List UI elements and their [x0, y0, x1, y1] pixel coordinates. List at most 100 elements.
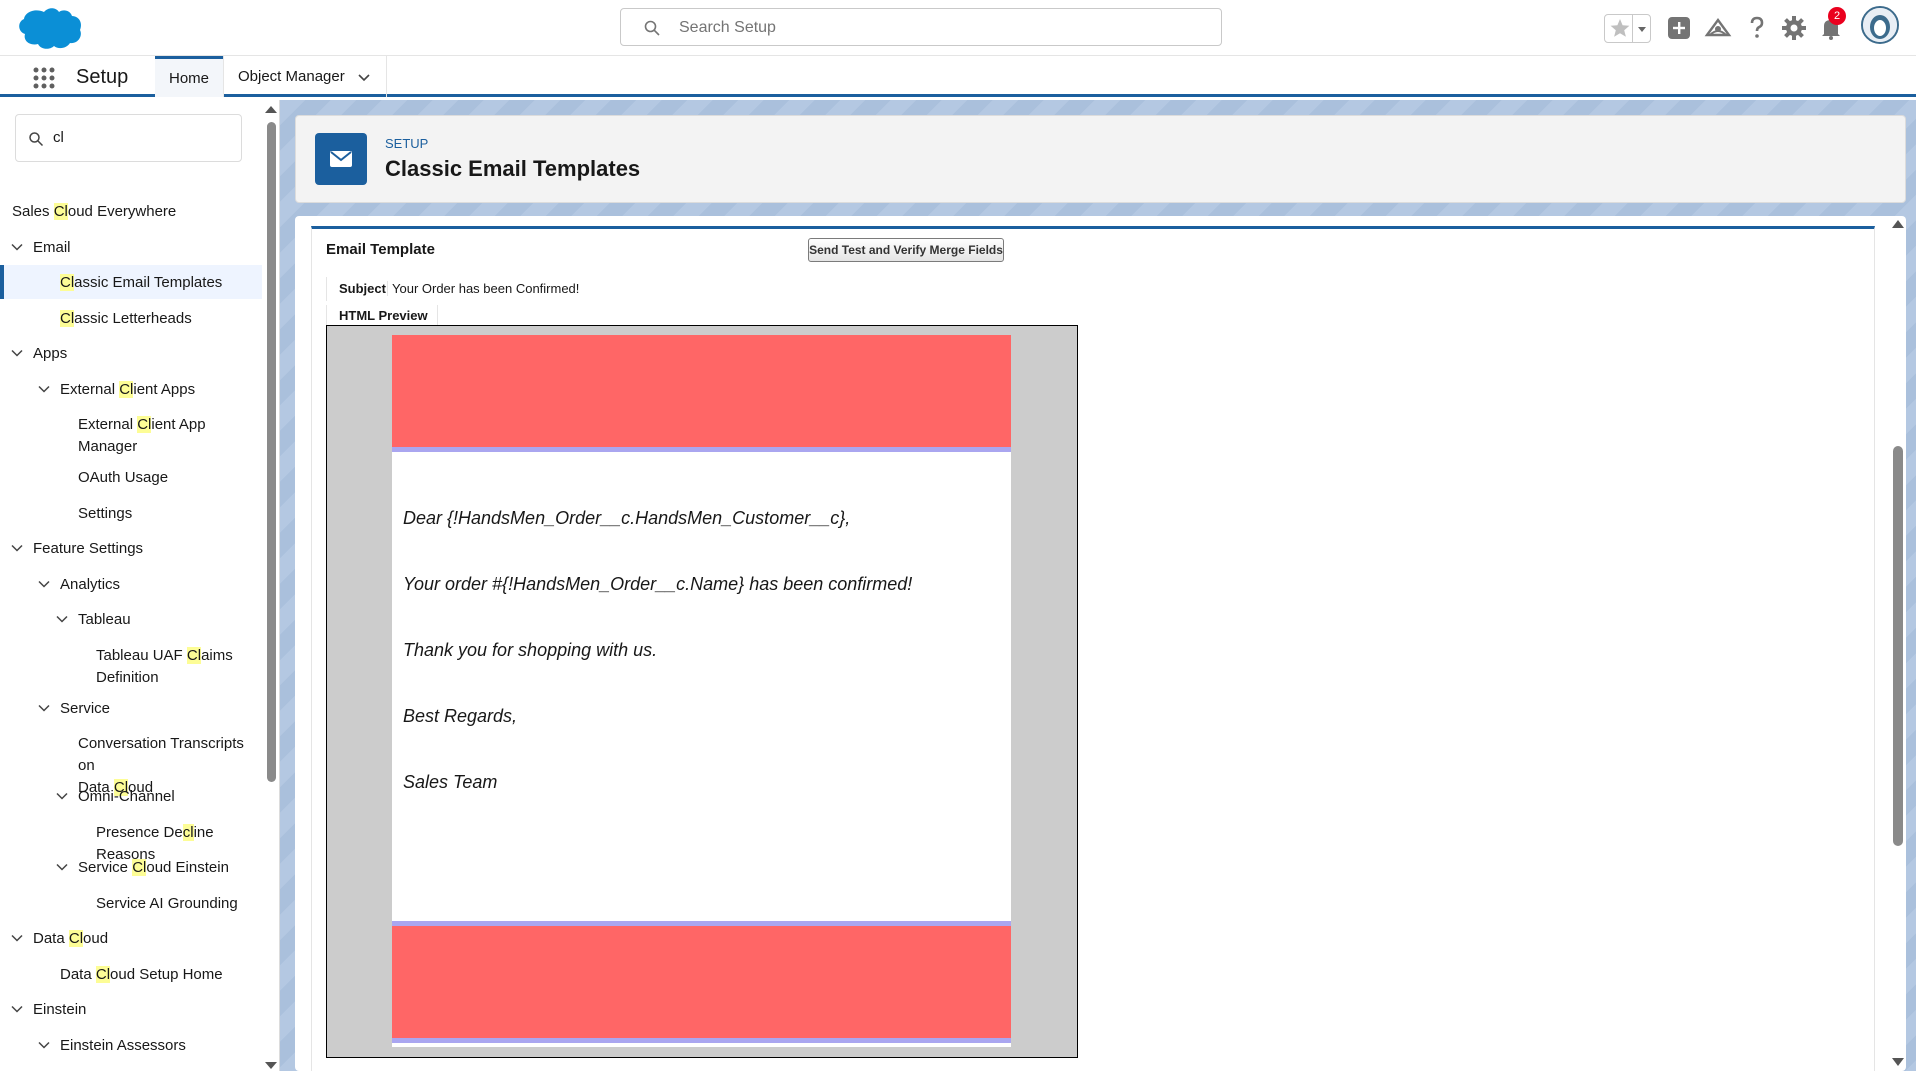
chevron-down-icon[interactable]	[10, 1002, 24, 1016]
search-setup-input[interactable]: Search Setup	[620, 8, 1222, 46]
search-match-highlight: Cl	[95, 965, 111, 983]
sidebar-item[interactable]: Classic Letterheads	[0, 301, 262, 335]
sidebar-item-label: Apps	[33, 345, 68, 362]
search-icon	[29, 132, 44, 147]
sidebar-item[interactable]: Conversation Transcripts on Data Cloud	[0, 726, 262, 796]
content-scroll-up-icon[interactable]	[1892, 220, 1904, 228]
app-launcher-icon[interactable]	[32, 66, 56, 90]
tab-home[interactable]: Home	[155, 56, 223, 97]
send-test-button[interactable]: Send Test and Verify Merge Fields	[808, 238, 1004, 262]
sidebar-item[interactable]: Analytics	[0, 567, 262, 601]
setup-sidebar: cl Sales Cloud Everywhere Email Classic Em…	[0, 100, 280, 1071]
sidebar-item[interactable]: Service AI Grounding	[0, 886, 262, 920]
sidebar-item[interactable]: Feature Settings	[0, 531, 262, 565]
sidebar-item[interactable]: Email	[0, 230, 262, 264]
sidebar-item-label: External Client App Manager	[78, 416, 206, 455]
sidebar-item[interactable]: External Client App Manager	[0, 407, 262, 459]
sidebar-item-label: Data Cloud	[33, 930, 109, 947]
chevron-down-icon[interactable]	[10, 240, 24, 254]
help-icon[interactable]	[1743, 14, 1771, 42]
chevron-down-icon[interactable]	[10, 541, 24, 555]
sidebar-scroll-down-icon[interactable]	[265, 1062, 277, 1069]
sidebar-item-label: Email	[33, 238, 71, 256]
sidebar-item-label: Service	[60, 699, 111, 717]
sidebar-item[interactable]: Einstein	[0, 992, 262, 1026]
body-line: Sales Team	[403, 772, 498, 792]
chevron-down-icon[interactable]	[37, 577, 51, 591]
favorites-button[interactable]	[1604, 14, 1651, 43]
sidebar-item-label: Feature Settings	[33, 540, 144, 557]
subject-label: Subject	[339, 281, 386, 296]
sidebar-item[interactable]: Einstein Assessors	[0, 1028, 262, 1062]
sidebar-item-label: External Client Apps	[60, 380, 196, 398]
trailhead-icon[interactable]	[1704, 14, 1732, 42]
page-title: Classic Email Templates	[385, 156, 641, 181]
sidebar-item[interactable]: Data Cloud	[0, 921, 262, 955]
chevron-down-icon[interactable]	[37, 382, 51, 396]
sidebar-item[interactable]: Service	[0, 691, 262, 725]
sidebar-item[interactable]: Sales Cloud Everywhere	[0, 194, 262, 228]
body-line: Dear {!HandsMen_Order__c.HandsMen_Custom…	[403, 508, 851, 528]
page-eyebrow: SETUP	[385, 136, 429, 151]
sidebar-item[interactable]: Tableau UAF Claims Definition	[0, 638, 262, 690]
body-line: Your order #{!HandsMen_Order__c.Name} ha…	[403, 574, 913, 594]
main-content: SETUP Classic Email Templates Email Temp…	[280, 100, 1916, 1071]
email-template-heading: Email Template	[326, 241, 435, 258]
user-avatar[interactable]	[1861, 6, 1899, 44]
quick-find-input[interactable]: cl	[15, 114, 242, 162]
global-header: Search Setup 2	[0, 0, 1916, 56]
sidebar-item-label: OAuth Usage	[78, 469, 169, 486]
chevron-down-icon[interactable]	[356, 69, 372, 85]
favorites-star-icon[interactable]	[1609, 17, 1631, 39]
salesforce-cloud-logo[interactable]	[17, 6, 83, 50]
sidebar-item-label: Omni-Channel	[78, 788, 175, 805]
search-match-highlight: Cl	[186, 646, 202, 664]
chevron-down-icon[interactable]	[37, 1038, 51, 1052]
notification-count-badge: 2	[1828, 7, 1846, 25]
chevron-down-icon[interactable]	[10, 931, 24, 945]
chevron-down-icon[interactable]	[10, 346, 24, 360]
sidebar-item[interactable]: Classic Email Templates	[0, 265, 262, 299]
context-bar: Setup Home Object Manager	[0, 56, 1916, 97]
chevron-down-icon[interactable]	[55, 789, 69, 803]
tab-object-manager-label: Object Manager	[238, 68, 345, 85]
sidebar-scroll-up-icon[interactable]	[265, 106, 277, 113]
search-match-highlight: Cl	[60, 309, 75, 327]
chevron-down-icon[interactable]	[55, 860, 69, 874]
sidebar-item-label: Classic Email Templates	[60, 274, 223, 291]
sidebar-scroll-thumb[interactable]	[267, 122, 276, 782]
sidebar-item-label: Settings	[78, 504, 133, 522]
tab-html-preview-label: HTML Preview	[339, 308, 428, 323]
setup-gear-icon[interactable]	[1780, 14, 1808, 42]
search-match-highlight: Cl	[132, 859, 147, 876]
quick-find-value: cl	[53, 129, 64, 146]
sidebar-item[interactable]: Omni-Channel	[0, 779, 262, 813]
chevron-down-icon[interactable]	[37, 701, 51, 715]
sidebar-item-label: Service AI Grounding	[96, 894, 238, 912]
letterhead-header-band	[392, 335, 1011, 447]
favorites-divider	[1632, 15, 1633, 42]
sidebar-item-label: Tableau	[78, 611, 131, 628]
sidebar-item-label: Service Cloud Einstein	[78, 859, 229, 876]
sidebar-item[interactable]: Data Cloud Setup Home	[0, 957, 262, 991]
sidebar-item[interactable]: Tableau	[0, 602, 262, 636]
sidebar-item[interactable]: Service Cloud Einstein	[0, 850, 262, 884]
favorites-dropdown-icon[interactable]	[1636, 19, 1648, 37]
global-add-icon[interactable]	[1665, 14, 1693, 42]
body-line: Thank you for shopping with us.	[403, 640, 658, 660]
chevron-down-icon[interactable]	[55, 612, 69, 626]
sidebar-item[interactable]: Presence Decline Reasons	[0, 815, 262, 863]
sidebar-item[interactable]: Apps	[0, 336, 262, 370]
tab-object-manager[interactable]: Object Manager	[223, 56, 387, 97]
search-icon	[644, 20, 660, 36]
email-body: Dear {!HandsMen_Order__c.HandsMen_Custom…	[392, 335, 1011, 1047]
content-scroll-thumb[interactable]	[1893, 446, 1903, 846]
sidebar-item[interactable]: External Client Apps	[0, 372, 262, 406]
sidebar-item-label: Einstein Assessors	[60, 1036, 186, 1054]
tab-html-preview[interactable]: HTML Preview	[326, 305, 438, 325]
sidebar-item[interactable]: Settings	[0, 496, 262, 530]
sidebar-item-label: Einstein	[33, 1001, 87, 1018]
sidebar-item[interactable]: OAuth Usage	[0, 460, 262, 494]
search-match-highlight: Cl	[68, 930, 84, 947]
content-scroll-down-icon[interactable]	[1892, 1058, 1904, 1066]
